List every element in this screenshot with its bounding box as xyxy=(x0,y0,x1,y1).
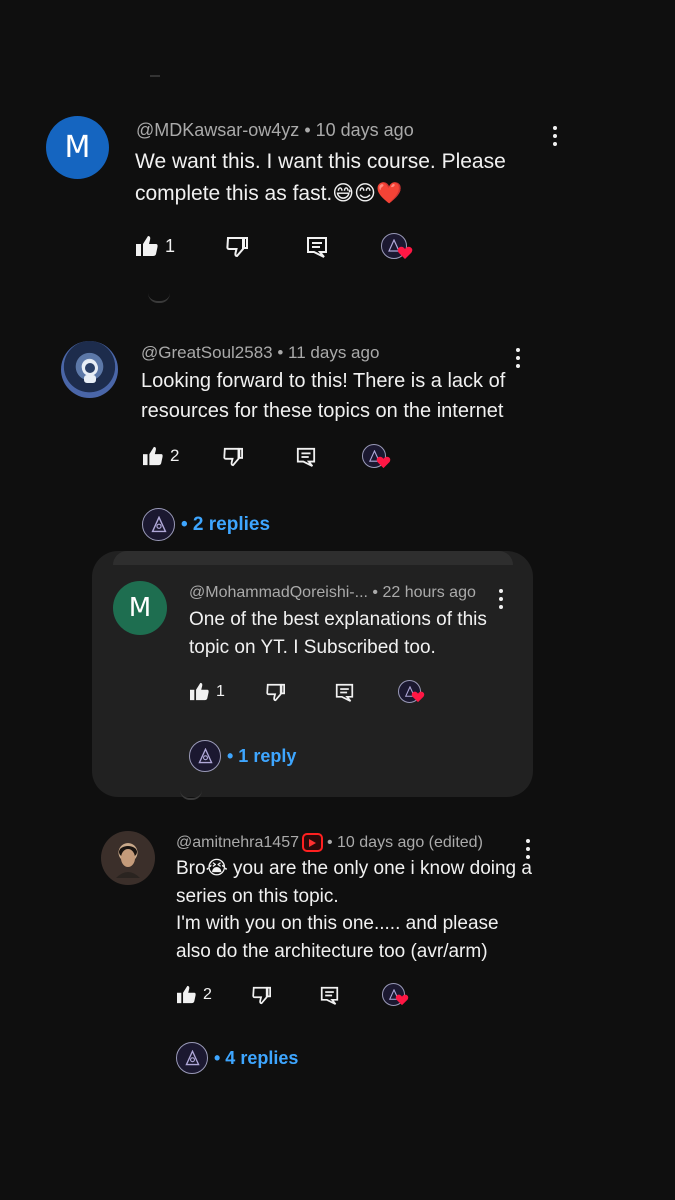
view-replies-link[interactable]: • 4 replies xyxy=(176,1042,298,1074)
comment-text: One of the best explanations of this top… xyxy=(189,609,487,658)
like-count: 1 xyxy=(216,682,225,700)
like-count: 2 xyxy=(170,446,180,465)
thumbs-down-icon[interactable] xyxy=(225,236,249,258)
like-button[interactable]: 2 xyxy=(176,985,212,1004)
creator-heart-badge xyxy=(362,444,394,472)
thumbs-up-icon xyxy=(136,236,158,256)
like-count: 2 xyxy=(203,985,212,1003)
creator-heart-badge xyxy=(381,233,415,263)
like-button[interactable]: 2 xyxy=(142,446,179,466)
like-count: 1 xyxy=(165,235,176,256)
astronaut-icon xyxy=(81,359,98,383)
comment-text: Bro😭 you are the only one i know doing a… xyxy=(176,858,532,962)
heart-icon xyxy=(395,994,409,1006)
divider-curve xyxy=(180,790,202,800)
heart-icon xyxy=(397,246,413,259)
reply-icon[interactable] xyxy=(335,683,354,702)
comment-time: • 11 days ago xyxy=(277,343,380,362)
comment-author[interactable]: @MDKawsar-ow4yz xyxy=(136,120,299,140)
comment-time: • 10 days ago xyxy=(304,120,414,140)
comment-time: • 22 hours ago xyxy=(372,584,476,601)
creator-avatar xyxy=(176,1042,208,1074)
reply-icon[interactable] xyxy=(320,986,339,1005)
replies-count: • 1 reply xyxy=(227,745,297,766)
comment-meta: @MDKawsar-ow4yz • 10 days ago xyxy=(136,120,414,141)
avatar[interactable]: M xyxy=(113,581,167,635)
comment-author[interactable]: @amitnehra1457 xyxy=(176,834,299,852)
divider-curve xyxy=(148,293,170,303)
scroll-remnant xyxy=(150,75,160,77)
more-options-icon[interactable] xyxy=(514,348,522,368)
thumbs-up-icon xyxy=(177,985,196,1004)
more-options-icon[interactable] xyxy=(497,589,505,609)
thumbs-down-icon[interactable] xyxy=(265,683,286,702)
comment-author[interactable]: @MohammadQoreishi-... xyxy=(189,584,368,601)
creator-avatar xyxy=(142,508,175,541)
thumbs-down-icon[interactable] xyxy=(222,447,244,467)
heart-icon xyxy=(411,691,425,703)
more-options-icon[interactable] xyxy=(551,126,559,146)
thumbs-up-icon xyxy=(190,682,209,701)
comment-text: We want this. I want this course. Please… xyxy=(135,150,506,205)
heart-icon xyxy=(376,456,391,469)
comment-author[interactable]: @GreatSoul2583 xyxy=(141,343,273,362)
panel-top-edge xyxy=(113,551,513,565)
youtube-badge-icon xyxy=(301,833,323,852)
replies-count: • 4 replies xyxy=(214,1047,299,1068)
view-replies-link[interactable]: • 1 reply xyxy=(189,740,296,772)
comment-meta: @MohammadQoreishi-... • 22 hours ago xyxy=(189,584,476,602)
person-icon xyxy=(116,846,140,878)
creator-heart-badge xyxy=(382,983,412,1009)
creator-avatar xyxy=(189,740,221,772)
avatar[interactable] xyxy=(101,831,155,885)
comment-meta: @GreatSoul2583 • 11 days ago xyxy=(141,343,379,363)
comment-meta: @amitnehra1457 • 10 days ago (edited) xyxy=(176,833,483,852)
avatar[interactable] xyxy=(61,341,118,398)
thumbs-up-icon xyxy=(143,446,163,466)
view-replies-link[interactable]: • 2 replies xyxy=(142,508,270,541)
like-button[interactable]: 1 xyxy=(135,235,175,257)
creator-heart-badge xyxy=(398,680,428,706)
comment-text: Looking forward to this! There is a lack… xyxy=(141,370,506,422)
comment-time: • 10 days ago (edited) xyxy=(326,833,483,851)
reply-icon[interactable] xyxy=(296,447,316,467)
reply-icon[interactable] xyxy=(306,236,328,258)
thumbs-down-icon[interactable] xyxy=(251,986,272,1005)
avatar[interactable]: M xyxy=(46,116,109,179)
replies-count: • 2 replies xyxy=(181,513,271,535)
like-button[interactable]: 1 xyxy=(189,682,225,701)
